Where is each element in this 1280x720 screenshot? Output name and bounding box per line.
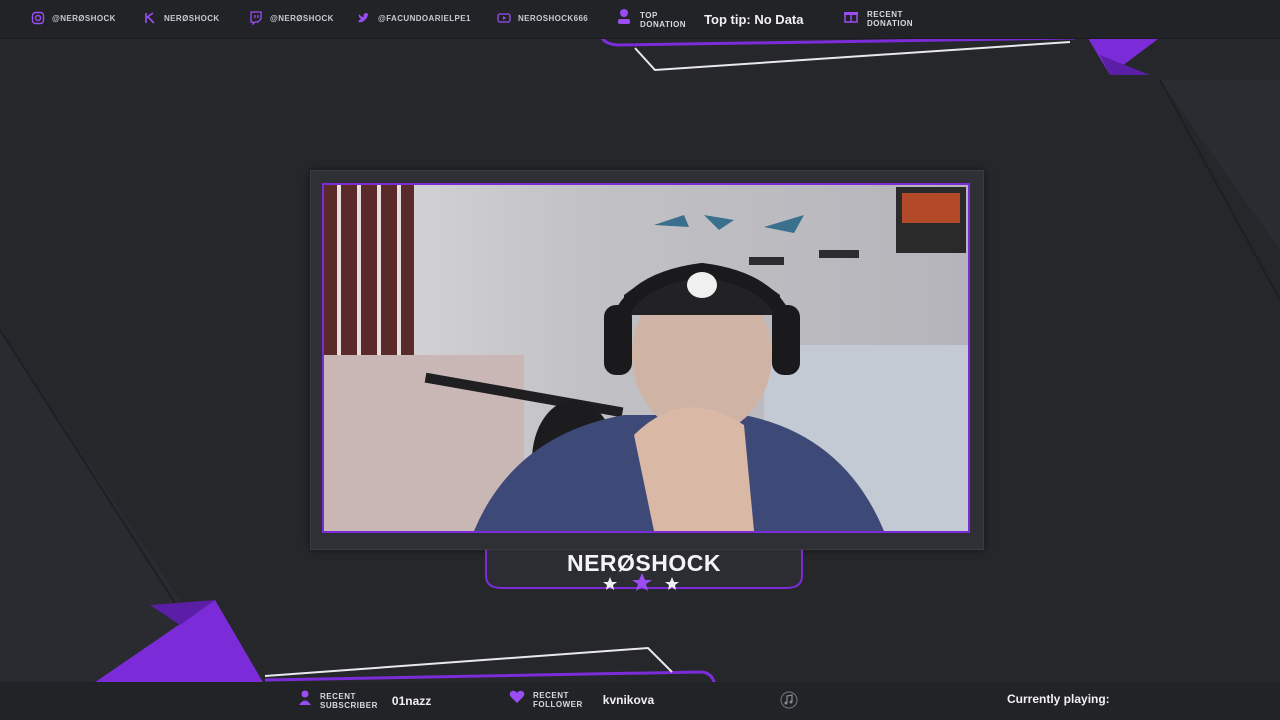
twitch-icon — [248, 10, 264, 26]
recent-donation-label-line1: RECENT — [867, 9, 903, 19]
recent-donation-label-line2: DONATION — [867, 18, 914, 28]
instagram-icon — [30, 10, 46, 26]
recent-subscriber-label-line2: SUBSCRIBER — [320, 700, 378, 710]
gift-icon — [843, 8, 859, 29]
social-youtube[interactable]: NEROSHOCK666 — [496, 10, 588, 26]
recent-follower-label-line1: RECENT — [533, 690, 569, 700]
top-donation-label-line1: TOP — [640, 10, 658, 20]
social-handle: @NERØSHOCK — [270, 13, 334, 23]
music-note-icon — [780, 691, 798, 714]
recent-donation: RECENT DONATION — [843, 8, 913, 29]
heart-icon — [509, 690, 525, 709]
recent-subscriber-value: 01nazz — [391, 693, 432, 708]
social-kick[interactable]: NERØSHOCK — [142, 10, 220, 26]
twitter-icon — [356, 10, 372, 26]
social-handle: NERØSHOCK — [164, 13, 220, 23]
money-hand-icon — [616, 8, 632, 31]
social-handle: NEROSHOCK666 — [518, 13, 589, 23]
recent-follower-label-line2: FOLLOWER — [533, 699, 583, 709]
now-playing-label: Currently playing: — [1007, 692, 1110, 706]
kick-icon — [142, 10, 158, 26]
webcam-feed — [322, 183, 970, 533]
recent-follower: RECENT FOLLOWER kvnikova — [509, 690, 654, 709]
webcam-image — [324, 185, 968, 531]
social-instagram[interactable]: @NERØSHOCK — [30, 10, 116, 26]
social-handle: @NERØSHOCK — [52, 13, 116, 23]
top-donation-label-line2: DONATION — [640, 19, 687, 29]
youtube-icon — [496, 10, 512, 26]
user-icon — [298, 690, 312, 711]
stars-decoration — [603, 573, 679, 591]
social-handle: @FACUNDOARIELPE1 — [378, 13, 471, 23]
top-donation-text: Top tip: No Data — [704, 12, 804, 27]
top-donation: TOP DONATION Top tip: No Data — [616, 8, 804, 31]
social-twitter[interactable]: @FACUNDOARIELPE1 — [356, 10, 471, 26]
recent-subscriber: RECENT SUBSCRIBER 01nazz — [298, 690, 431, 711]
social-twitch[interactable]: @NERØSHOCK — [248, 10, 334, 26]
recent-subscriber-label-line1: RECENT — [320, 691, 356, 701]
recent-follower-value: kvnikova — [602, 692, 655, 707]
